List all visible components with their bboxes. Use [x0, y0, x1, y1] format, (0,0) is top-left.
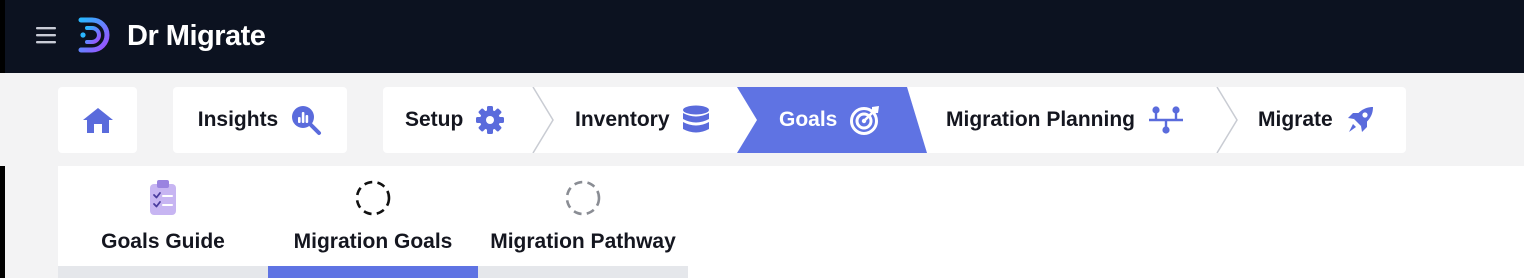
- app-title[interactable]: Dr Migrate: [127, 19, 266, 53]
- step-separator: [1216, 87, 1238, 153]
- tab-indicator: [58, 266, 268, 278]
- nav-insights-button[interactable]: Insights: [173, 87, 347, 153]
- dashed-circle-icon: [565, 180, 601, 216]
- gear-icon: [476, 106, 505, 134]
- step-separator: [532, 87, 554, 153]
- step-migrate-label: Migrate: [1258, 108, 1333, 131]
- dr-migrate-logo-icon[interactable]: [77, 16, 111, 54]
- chart-magnifier-icon: [292, 106, 322, 135]
- rocket-icon: [1347, 107, 1373, 132]
- flow-nodes-icon: [1149, 106, 1183, 134]
- step-inventory-label: Inventory: [575, 108, 670, 131]
- step-goals[interactable]: Goals: [779, 87, 881, 153]
- database-icon: [682, 105, 709, 133]
- top-app-bar: Dr Migrate: [5, 0, 1524, 73]
- tab-goals-guide-label: Goals Guide: [101, 230, 225, 253]
- dashed-circle-icon: [355, 180, 391, 216]
- nav-insights-label: Insights: [197, 108, 279, 131]
- tab-indicator: [478, 266, 688, 278]
- step-setup[interactable]: Setup: [405, 87, 505, 153]
- target-icon: [850, 106, 880, 135]
- goals-content-panel: Goals Guide Migration Goals Migration Pa…: [58, 166, 1524, 278]
- tab-migration-pathway[interactable]: Migration Pathway: [478, 166, 688, 278]
- step-migration-planning[interactable]: Migration Planning: [946, 87, 1185, 153]
- step-goals-label: Goals: [779, 108, 838, 131]
- nav-home-button[interactable]: [58, 87, 137, 153]
- step-migrate[interactable]: Migrate: [1258, 87, 1375, 153]
- stepper-shapes: [532, 87, 1238, 153]
- tab-goals-guide[interactable]: Goals Guide: [58, 166, 268, 278]
- workflow-stepper: Setup Inventory Goals Migration Planning…: [383, 87, 1406, 153]
- tab-migration-goals[interactable]: Migration Goals: [268, 166, 478, 278]
- step-migration-planning-label: Migration Planning: [946, 108, 1135, 131]
- step-inventory[interactable]: Inventory: [575, 87, 710, 153]
- tab-migration-pathway-label: Migration Pathway: [490, 230, 676, 253]
- step-setup-label: Setup: [405, 108, 464, 131]
- clipboard-checklist-icon: [150, 180, 176, 215]
- hamburger-icon[interactable]: [34, 24, 58, 46]
- tab-migration-goals-label: Migration Goals: [293, 230, 453, 253]
- tab-indicator-active: [268, 266, 478, 278]
- home-icon: [82, 108, 113, 133]
